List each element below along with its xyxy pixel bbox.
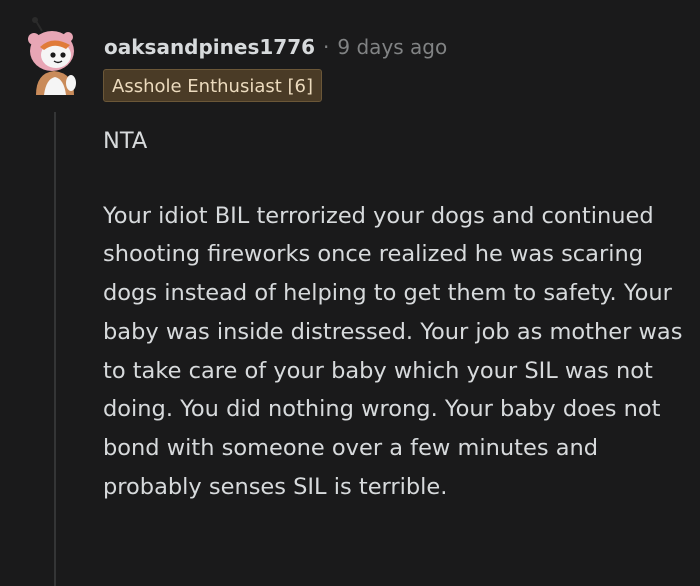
comment: oaksandpines1776 · 9 days ago Asshole En…: [0, 0, 700, 586]
comment-meta: oaksandpines1776 · 9 days ago: [104, 32, 447, 62]
comment-body: NTA Your idiot BIL terrorized your dogs …: [103, 122, 683, 506]
meta-separator: ·: [323, 35, 330, 59]
username-link[interactable]: oaksandpines1776: [104, 35, 315, 59]
user-flair-badge: Asshole Enthusiast [6]: [103, 69, 323, 102]
comment-paragraph: NTA: [103, 128, 148, 154]
timestamp[interactable]: 9 days ago: [337, 35, 447, 59]
comment-paragraph: Your idiot BIL terrorized your dogs and …: [103, 202, 683, 500]
user-avatar-icon[interactable]: [22, 17, 86, 97]
thread-collapse-line[interactable]: [54, 112, 56, 586]
